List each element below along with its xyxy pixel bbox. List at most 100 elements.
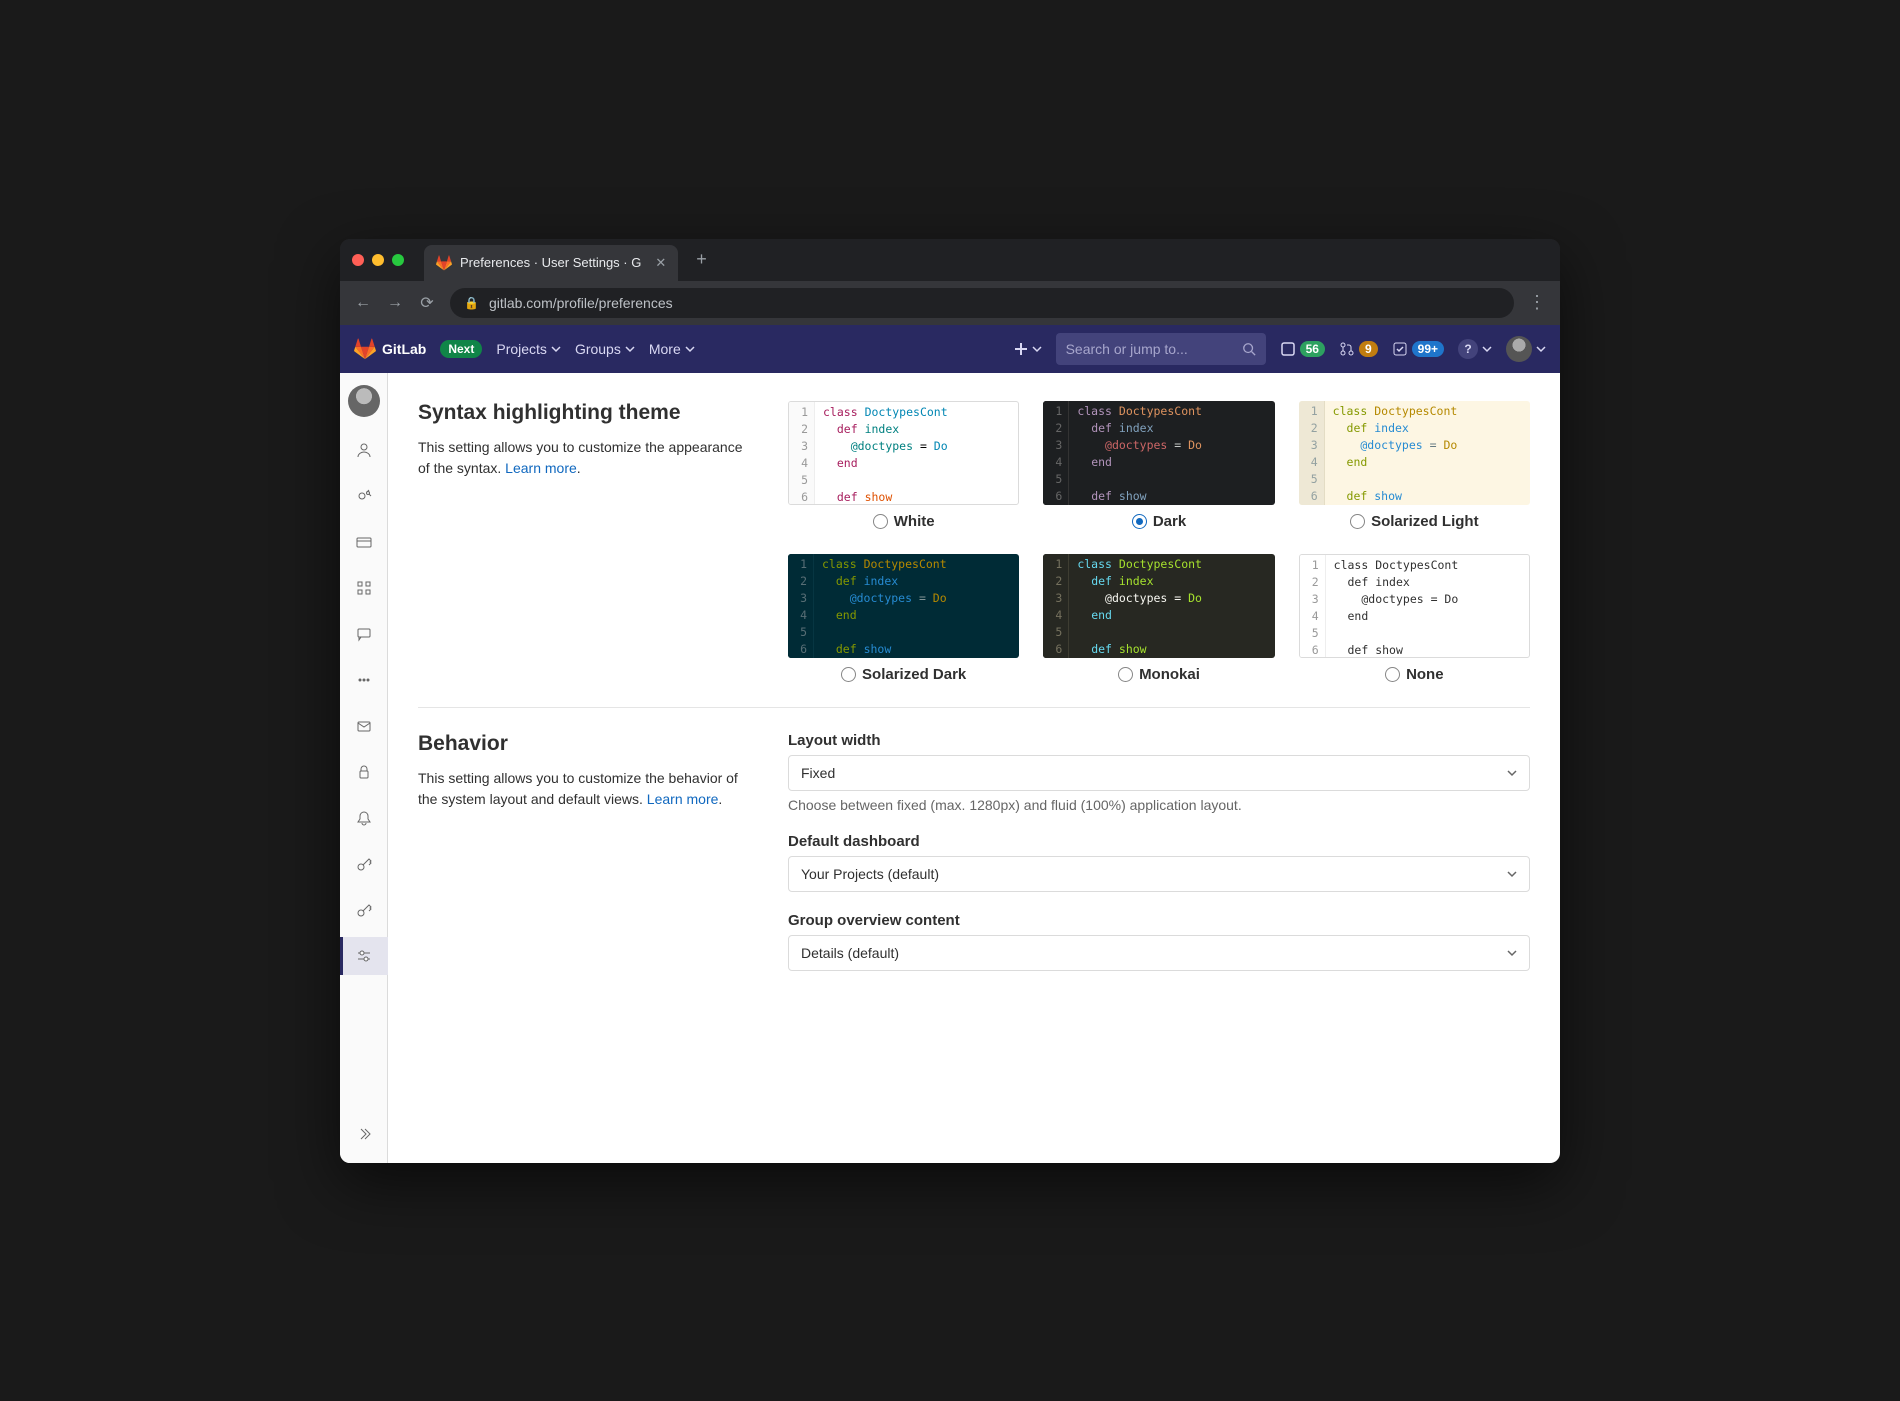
chevron-down-icon (1482, 344, 1492, 354)
credit-card-icon (356, 534, 372, 550)
sidebar-item-profile[interactable] (340, 431, 388, 469)
key-icon (356, 856, 372, 872)
syntax-desc: This setting allows you to customize the… (418, 437, 748, 479)
issues-link[interactable]: 56 (1280, 341, 1325, 357)
gitlab-logo[interactable]: GitLab (354, 338, 426, 360)
browser-menu-button[interactable]: ⋮ (1528, 292, 1546, 313)
todos-link[interactable]: 99+ (1392, 341, 1444, 357)
sidebar-item-chat[interactable] (340, 615, 388, 653)
sidebar-item-tokens[interactable] (340, 661, 388, 699)
tab-title: Preferences · User Settings · G (460, 255, 641, 270)
group-overview-value: Details (default) (801, 945, 899, 961)
layout-width-label: Layout width (788, 732, 1530, 749)
nav-projects[interactable]: Projects (496, 341, 561, 357)
new-tab-button[interactable]: + (696, 249, 707, 270)
preview-solarized-dark: 1 2 3 4 5 6 class DoctypesCont def index… (788, 554, 1019, 658)
group-overview-label: Group overview content (788, 912, 1530, 929)
theme-label: None (1406, 666, 1444, 683)
preview-none: 1 2 3 4 5 6 class DoctypesCont def index… (1299, 554, 1530, 658)
brand-text: GitLab (382, 341, 426, 357)
todos-count: 99+ (1412, 341, 1444, 357)
chevron-down-icon (551, 344, 561, 354)
syntax-learn-more[interactable]: Learn more (505, 460, 577, 476)
close-tab-icon[interactable]: ✕ (655, 255, 666, 271)
radio-icon (1132, 514, 1147, 529)
window-close[interactable] (352, 254, 364, 266)
theme-grid: 1 2 3 4 5 6 class DoctypesCont def index… (788, 401, 1530, 683)
todos-icon (1392, 341, 1408, 357)
dashboard-select[interactable]: Your Projects (default) (788, 856, 1530, 892)
sidebar-item-password[interactable] (340, 753, 388, 791)
dashboard-value: Your Projects (default) (801, 866, 939, 882)
behavior-learn-more[interactable]: Learn more (647, 791, 719, 807)
window-min[interactable] (372, 254, 384, 266)
merge-requests-link[interactable]: 9 (1339, 341, 1378, 357)
preview-monokai: 1 2 3 4 5 6 class DoctypesCont def index… (1043, 554, 1274, 658)
profile-icon (356, 442, 372, 458)
theme-label: Monokai (1139, 666, 1200, 683)
help-menu[interactable]: ? (1458, 339, 1492, 359)
lock-icon: 🔒 (464, 296, 479, 310)
preferences-icon (356, 948, 372, 964)
sidebar-item-emails[interactable] (340, 707, 388, 745)
chevron-right-icon (356, 1126, 372, 1142)
search-icon (1242, 342, 1256, 356)
sidebar-item-applications[interactable] (340, 569, 388, 607)
search-input[interactable]: Search or jump to... (1056, 333, 1266, 365)
reload-button[interactable]: ⟳ (418, 293, 436, 313)
apps-icon (356, 580, 372, 596)
nav-more[interactable]: More (649, 341, 695, 357)
sidebar-item-ssh-keys[interactable] (340, 845, 388, 883)
gitlab-favicon-icon (436, 255, 452, 271)
sidebar-item-billing[interactable] (340, 523, 388, 561)
sidebar-avatar[interactable] (348, 385, 380, 417)
theme-label: Solarized Dark (862, 666, 966, 683)
sidebar-item-notifications[interactable] (340, 799, 388, 837)
forward-button[interactable]: → (386, 294, 404, 312)
layout-width-value: Fixed (801, 765, 835, 781)
merge-request-icon (1339, 341, 1355, 357)
preview-solarized-light: 1 2 3 4 5 6 class DoctypesCont def index… (1299, 401, 1530, 505)
theme-option-white[interactable]: 1 2 3 4 5 6 class DoctypesCont def index… (788, 401, 1019, 530)
chevron-down-icon (1536, 344, 1546, 354)
chevron-down-icon (1507, 948, 1517, 958)
sidebar-expand[interactable] (340, 1115, 388, 1153)
chevron-down-icon (1507, 768, 1517, 778)
theme-option-solarized-light[interactable]: 1 2 3 4 5 6 class DoctypesCont def index… (1299, 401, 1530, 530)
account-icon (356, 488, 372, 504)
chat-icon (356, 626, 372, 642)
browser-tab[interactable]: Preferences · User Settings · G ✕ (424, 245, 678, 281)
theme-option-dark[interactable]: 1 2 3 4 5 6 class DoctypesCont def index… (1043, 401, 1274, 530)
gitlab-header: GitLab Next Projects Groups More Search … (340, 325, 1560, 373)
layout-width-select[interactable]: Fixed (788, 755, 1530, 791)
sidebar-item-account[interactable] (340, 477, 388, 515)
lock-icon (356, 764, 372, 780)
address-bar[interactable]: 🔒 gitlab.com/profile/preferences (450, 288, 1514, 318)
dashboard-label: Default dashboard (788, 833, 1530, 850)
theme-label: White (894, 513, 935, 530)
radio-icon (873, 514, 888, 529)
back-button[interactable]: ← (354, 294, 372, 312)
sidebar-item-gpg-keys[interactable] (340, 891, 388, 929)
sidebar-item-preferences[interactable] (340, 937, 388, 975)
theme-option-none[interactable]: 1 2 3 4 5 6 class DoctypesCont def index… (1299, 554, 1530, 683)
theme-label: Dark (1153, 513, 1186, 530)
new-button[interactable] (1014, 342, 1042, 356)
group-overview-select[interactable]: Details (default) (788, 935, 1530, 971)
user-menu[interactable] (1506, 336, 1546, 362)
radio-icon (1118, 667, 1133, 682)
help-icon: ? (1458, 339, 1478, 359)
radio-icon (1385, 667, 1400, 682)
behavior-title: Behavior (418, 732, 748, 756)
nav-groups[interactable]: Groups (575, 341, 635, 357)
gitlab-logo-icon (354, 338, 376, 360)
key-icon (356, 902, 372, 918)
window-max[interactable] (392, 254, 404, 266)
behavior-desc: This setting allows you to customize the… (418, 768, 748, 810)
theme-option-solarized-dark[interactable]: 1 2 3 4 5 6 class DoctypesCont def index… (788, 554, 1019, 683)
issues-icon (1280, 341, 1296, 357)
theme-option-monokai[interactable]: 1 2 3 4 5 6 class DoctypesCont def index… (1043, 554, 1274, 683)
next-badge[interactable]: Next (440, 340, 482, 358)
radio-icon (841, 667, 856, 682)
preview-dark: 1 2 3 4 5 6 class DoctypesCont def index… (1043, 401, 1274, 505)
